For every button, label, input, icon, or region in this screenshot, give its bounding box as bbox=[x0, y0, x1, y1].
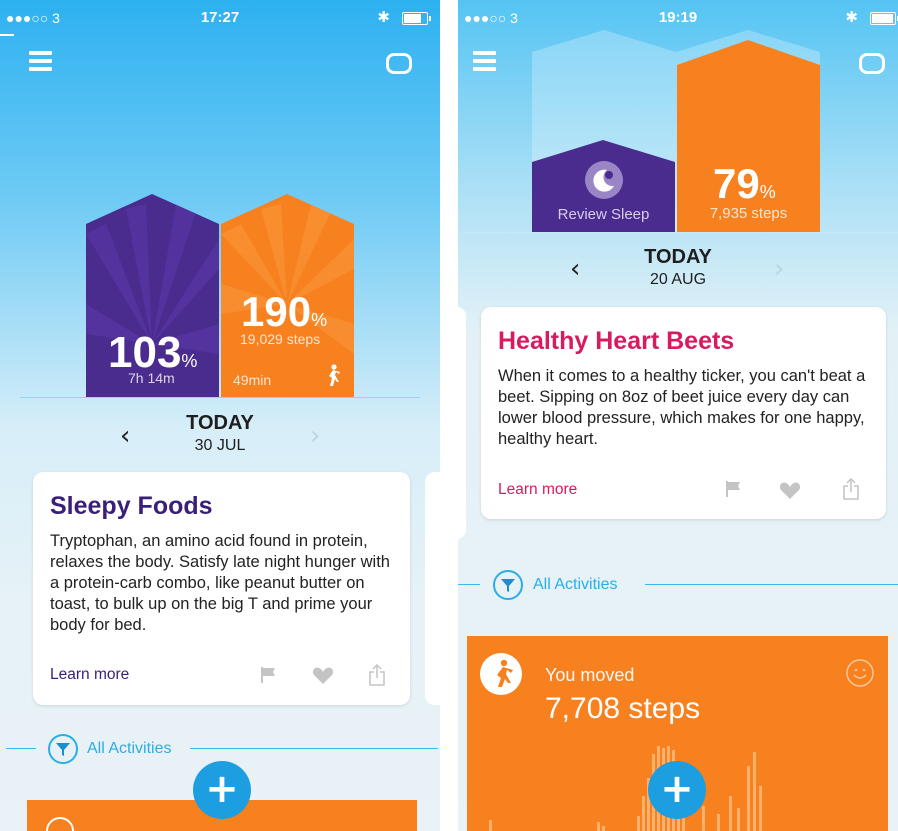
date-header: TODAY 20 AUG bbox=[608, 246, 748, 289]
activity-steps: 7,935 steps bbox=[709, 205, 788, 222]
next-day-button[interactable]: › bbox=[774, 254, 784, 284]
activity-percent-unit: % bbox=[311, 310, 328, 330]
date-value: 30 JUL bbox=[194, 437, 246, 454]
band-sync-icon[interactable] bbox=[386, 53, 412, 74]
activity-percent-unit: % bbox=[759, 182, 776, 202]
date-label: TODAY bbox=[644, 246, 712, 268]
progress-indicator bbox=[0, 34, 14, 36]
review-sleep-label[interactable]: Review Sleep bbox=[532, 206, 675, 223]
menu-icon[interactable] bbox=[29, 51, 52, 71]
tip-title: Sleepy Foods bbox=[50, 492, 213, 520]
flag-icon[interactable] bbox=[725, 480, 741, 498]
date-header: TODAY 30 JUL bbox=[150, 412, 290, 455]
battery-icon bbox=[402, 12, 431, 25]
tip-body: Tryptophan, an amino acid found in prote… bbox=[50, 532, 390, 634]
status-bar: ●●●○○ 3 17:27 ✱ bbox=[0, 0, 440, 34]
date-value: 20 AUG bbox=[649, 271, 707, 288]
smiley-icon[interactable] bbox=[845, 658, 875, 688]
next-card-peek[interactable] bbox=[425, 472, 440, 705]
sleep-bar[interactable]: 103% 7h 14m bbox=[86, 194, 219, 397]
heart-icon[interactable] bbox=[779, 482, 801, 500]
activity-steps: 19,029 steps bbox=[240, 331, 321, 347]
menu-icon[interactable] bbox=[473, 51, 496, 71]
date-label: TODAY bbox=[186, 412, 254, 434]
heart-icon[interactable] bbox=[312, 667, 334, 685]
sleep-duration: 7h 14m bbox=[128, 370, 175, 386]
share-icon[interactable] bbox=[843, 478, 859, 500]
add-button[interactable]: + bbox=[193, 761, 251, 819]
band-sync-icon[interactable] bbox=[859, 53, 885, 74]
prev-card-peek[interactable] bbox=[458, 307, 466, 539]
sleep-percent-unit: % bbox=[181, 351, 198, 371]
activity-percent: 190 bbox=[241, 288, 312, 335]
learn-more-link[interactable]: Learn more bbox=[498, 481, 577, 499]
status-time: 17:27 bbox=[200, 9, 240, 26]
activity-duration: 49min bbox=[233, 372, 272, 388]
tip-body: When it comes to a healthy ticker, you c… bbox=[498, 367, 866, 448]
screen-right: ●●●○○ 3 19:19 ✱ Review Sleep 79% 7,935 s bbox=[458, 0, 898, 831]
tip-card[interactable]: Sleepy Foods Tryptophan, an amino acid f… bbox=[33, 472, 410, 705]
filter-icon[interactable] bbox=[48, 734, 78, 764]
filter-icon[interactable] bbox=[493, 570, 523, 600]
chart-baseline bbox=[20, 397, 420, 398]
runner-icon bbox=[480, 653, 522, 695]
next-day-button[interactable]: › bbox=[310, 421, 320, 451]
filter-line-right bbox=[190, 748, 438, 749]
learn-more-link[interactable]: Learn more bbox=[50, 666, 129, 684]
sleep-bar[interactable]: Review Sleep bbox=[532, 140, 675, 232]
activity-label: You moved bbox=[545, 665, 635, 685]
chart-baseline bbox=[462, 232, 898, 233]
runner-icon bbox=[329, 364, 340, 386]
filter-label[interactable]: All Activities bbox=[533, 576, 617, 594]
screen-left: ●●●○○ 3 17:27 ✱ 103% 7h 14m 190% 19,029 … bbox=[0, 0, 440, 831]
activity-bar[interactable]: 79% 7,935 steps bbox=[677, 40, 820, 232]
tip-title: Healthy Heart Beets bbox=[498, 327, 735, 355]
runner-icon bbox=[46, 817, 74, 831]
filter-label[interactable]: All Activities bbox=[87, 740, 171, 758]
activity-bar[interactable]: 190% 19,029 steps 49min bbox=[221, 194, 354, 397]
filter-line-left bbox=[458, 584, 480, 585]
flag-icon[interactable] bbox=[260, 666, 276, 684]
filter-line-right bbox=[645, 584, 898, 585]
prev-day-button[interactable]: ‹ bbox=[120, 421, 130, 451]
share-icon[interactable] bbox=[369, 664, 385, 686]
tip-card[interactable]: Healthy Heart Beets When it comes to a h… bbox=[481, 307, 886, 519]
sleep-review-icon[interactable] bbox=[585, 161, 623, 199]
bluetooth-icon: ✱ bbox=[377, 9, 390, 26]
prev-day-button[interactable]: ‹ bbox=[570, 254, 580, 284]
activity-percent: 79 bbox=[713, 160, 760, 207]
activity-steps-total: 7,708 steps bbox=[545, 692, 701, 725]
filter-line-left bbox=[6, 748, 36, 749]
add-button[interactable]: + bbox=[648, 761, 706, 819]
